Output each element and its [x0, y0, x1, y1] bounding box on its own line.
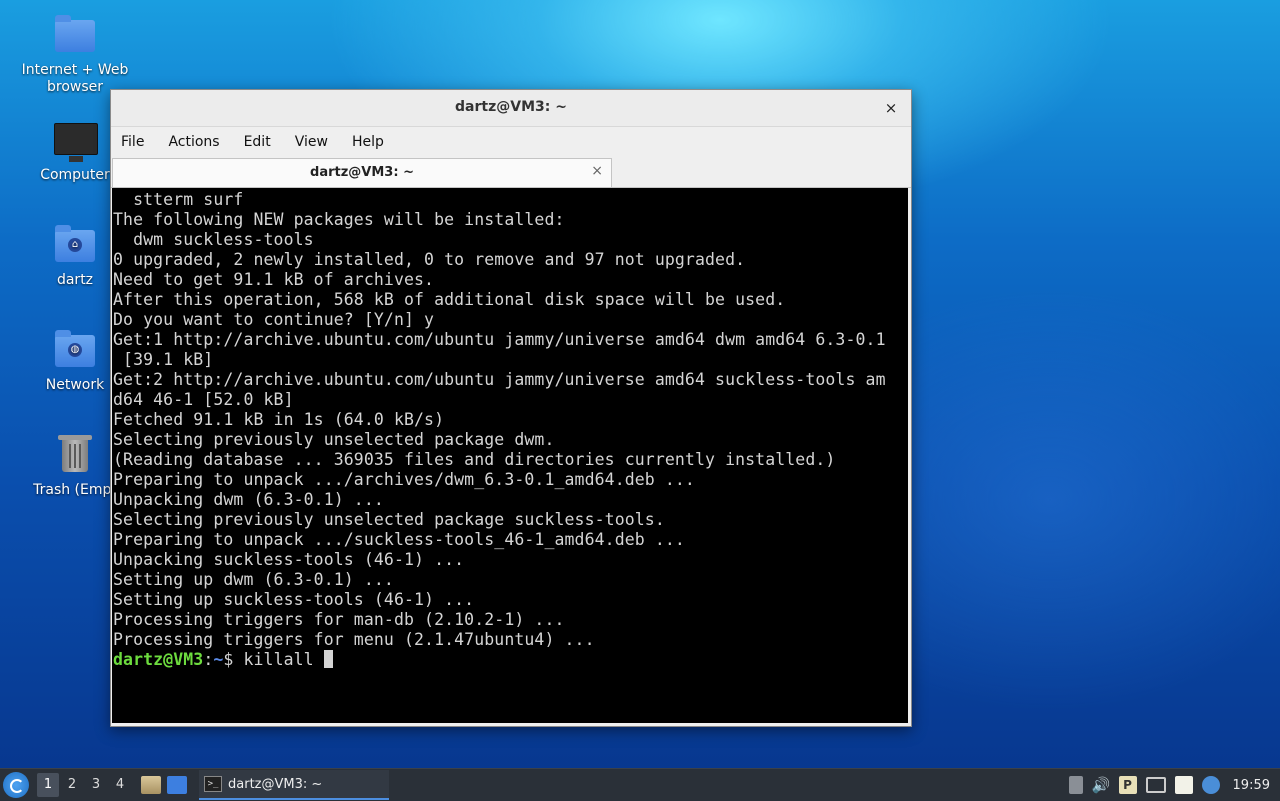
folder-icon	[55, 15, 95, 52]
terminal-window[interactable]: dartz@VM3: ~ × File Actions Edit View He…	[110, 89, 912, 727]
notes-icon[interactable]	[1174, 776, 1193, 794]
command-input[interactable]: killall	[243, 650, 323, 669]
menu-actions[interactable]: Actions	[168, 134, 219, 150]
taskbar: 1 2 3 4 >_ dartz@VM3: ~ 🔊 P 19:59	[0, 768, 1280, 801]
workspace-1[interactable]: 1	[37, 773, 59, 797]
volume-icon[interactable]: 🔊	[1092, 776, 1111, 794]
terminal-line: 0 upgraded, 2 newly installed, 0 to remo…	[113, 250, 746, 269]
system-tray: 🔊 P 19:59	[1068, 769, 1280, 801]
window-title: dartz@VM3: ~	[455, 99, 567, 115]
terminal-line: Preparing to unpack .../suckless-tools_4…	[113, 530, 685, 549]
terminal-line: (Reading database ... 369035 files and d…	[113, 450, 836, 469]
tab-bar: dartz@VM3: ~ ×	[111, 157, 911, 188]
taskbar-terminal-button[interactable]: >_ dartz@VM3: ~	[199, 770, 389, 800]
window-titlebar[interactable]: dartz@VM3: ~ ×	[111, 90, 911, 127]
terminal-lines: stterm surf The following NEW packages wi…	[112, 188, 908, 650]
terminal-line: After this operation, 568 kB of addition…	[113, 290, 786, 309]
prompt-symbol: $	[223, 650, 244, 669]
workspace-3[interactable]: 3	[85, 773, 107, 797]
terminal-line: Get:1 http://archive.ubuntu.com/ubuntu j…	[113, 330, 886, 349]
file-manager-launcher-icon[interactable]	[141, 776, 161, 794]
menu-view[interactable]: View	[295, 134, 328, 150]
network-icon[interactable]	[1145, 777, 1166, 793]
prompt-user: dartz@VM3	[113, 650, 204, 669]
terminal-line: Selecting previously unselected package …	[113, 430, 555, 449]
terminal-line: d64 46-1 [52.0 kB]	[113, 390, 294, 409]
terminal-line: Unpacking dwm (6.3-0.1) ...	[113, 490, 384, 509]
home-folder-icon: ⌂	[55, 225, 95, 262]
trash-icon	[58, 435, 92, 472]
terminal-prompt-line[interactable]: dartz@VM3:~$ killall	[112, 650, 908, 670]
close-icon[interactable]: ×	[881, 98, 901, 118]
taskbar-task-label: dartz@VM3: ~	[228, 776, 323, 792]
terminal-line: The following NEW packages will be insta…	[113, 210, 565, 229]
terminal-line: Setting up suckless-tools (46-1) ...	[113, 590, 475, 609]
tab-terminal[interactable]: dartz@VM3: ~ ×	[112, 158, 612, 187]
start-menu-icon[interactable]	[3, 772, 29, 798]
menu-edit[interactable]: Edit	[244, 134, 271, 150]
terminal-line: Fetched 91.1 kB in 1s (64.0 kB/s)	[113, 410, 445, 429]
menu-help[interactable]: Help	[352, 134, 384, 150]
parcellite-icon[interactable]: P	[1118, 776, 1137, 794]
terminal-line: dwm suckless-tools	[113, 230, 314, 249]
prompt-path: ~	[213, 650, 224, 669]
terminal-line: Selecting previously unselected package …	[113, 510, 665, 529]
terminal-icon: >_	[204, 776, 222, 792]
terminal-line: Get:2 http://archive.ubuntu.com/ubuntu j…	[113, 370, 886, 389]
clock[interactable]: 19:59	[1233, 778, 1270, 793]
tab-title: dartz@VM3: ~	[310, 165, 414, 180]
terminal-output[interactable]: stterm surf The following NEW packages wi…	[112, 188, 908, 723]
terminal-line: Preparing to unpack .../archives/dwm_6.3…	[113, 470, 695, 489]
network-folder-icon: ◍	[55, 330, 95, 367]
clipboard-icon[interactable]	[1068, 776, 1083, 794]
menu-bar: File Actions Edit View Help	[111, 127, 911, 157]
workspace-2[interactable]: 2	[61, 773, 83, 797]
terminal-line: Unpacking suckless-tools (46-1) ...	[113, 550, 465, 569]
terminal-line: Processing triggers for menu (2.1.47ubun…	[113, 630, 595, 649]
terminal-line: stterm surf	[113, 190, 244, 209]
terminal-line: Processing triggers for man-db (2.10.2-1…	[113, 610, 565, 629]
prompt-separator: :	[203, 650, 214, 669]
text-cursor	[323, 650, 333, 668]
tab-close-icon[interactable]: ×	[591, 163, 603, 179]
terminal-line: [39.1 kB]	[113, 350, 214, 369]
terminal-line: Do you want to continue? [Y/n] y	[113, 310, 435, 329]
updates-icon[interactable]	[1201, 776, 1220, 794]
terminal-line: Need to get 91.1 kB of archives.	[113, 270, 435, 289]
workspace-4[interactable]: 4	[109, 773, 131, 797]
computer-icon	[54, 123, 98, 162]
terminal-line: Setting up dwm (6.3-0.1) ...	[113, 570, 394, 589]
show-desktop-icon[interactable]	[167, 776, 187, 794]
menu-file[interactable]: File	[121, 134, 144, 150]
desktop-icon-internet[interactable]: Internet + Web browser	[20, 14, 130, 96]
